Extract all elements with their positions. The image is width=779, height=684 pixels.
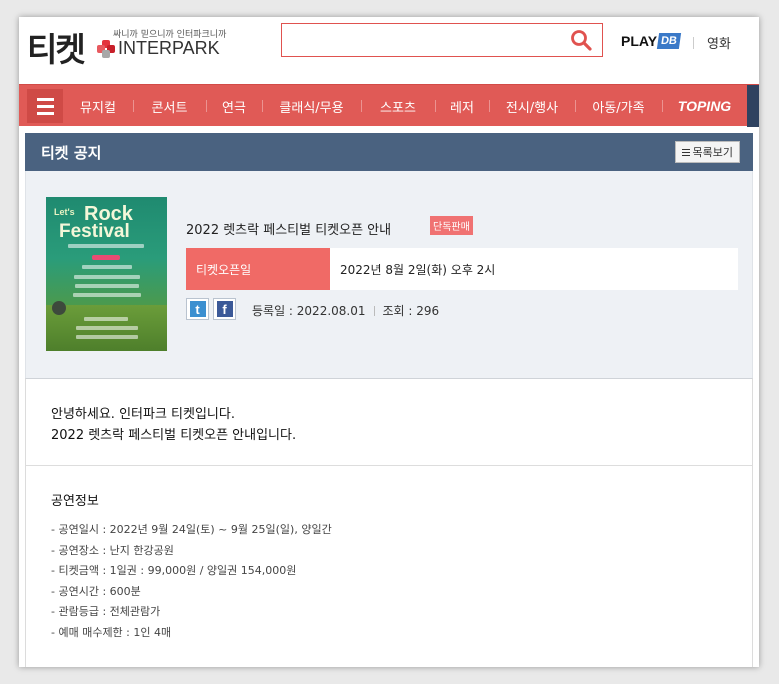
poster-line xyxy=(76,326,138,330)
list-item: - 공연시간 : 600분 xyxy=(51,584,141,598)
header-divider xyxy=(693,37,694,49)
playdb-badge: DB xyxy=(656,33,682,49)
nav-item-musical[interactable]: 뮤지컬 xyxy=(63,85,133,127)
poster-line xyxy=(68,244,144,248)
nav-item-kids-family[interactable]: 아동/가족 xyxy=(575,85,662,127)
event-poster-image[interactable]: Let's Rock Festival xyxy=(46,197,167,351)
notice-body: 안녕하세요. 인터파크 티켓입니다. 2022 렛츠락 페스티벌 티켓오픈 안내… xyxy=(25,378,753,667)
poster-line xyxy=(73,293,141,297)
intro-line: 안녕하세요. 인터파크 티켓입니다. xyxy=(51,407,235,422)
search-box xyxy=(281,23,603,57)
poster-line xyxy=(82,265,132,269)
playdb-link[interactable]: PLAY DB xyxy=(621,33,682,49)
site-header: 티켓 싸니까 믿으니까 인터파크니까 INTERPARK PLAY DB 영화 xyxy=(19,17,759,84)
section-divider xyxy=(26,465,752,466)
hamburger-icon-bar xyxy=(36,104,54,108)
exclusive-badge: 단독판매 xyxy=(430,216,473,235)
event-info-box: Let's Rock Festival 2022 렛츠락 페스티벌 티켓오픈 안… xyxy=(25,171,753,378)
nav-items: 뮤지컬 콘서트 연극 클래식/무용 스포츠 레저 전시/행사 아동/가족 TOP… xyxy=(63,85,747,127)
interpark-logo[interactable]: INTERPARK xyxy=(97,38,220,59)
nav-edge xyxy=(747,85,759,127)
hamburger-icon-bar xyxy=(36,111,54,115)
poster-line xyxy=(74,275,140,279)
search-input[interactable] xyxy=(290,25,560,55)
event-title: 2022 렛츠락 페스티벌 티켓오픈 안내 xyxy=(186,223,392,238)
notice-header-bar: 티켓 공지 목록보기 xyxy=(25,133,753,171)
nav-item-toping[interactable]: TOPING xyxy=(662,85,747,127)
performance-info-heading: 공연정보 xyxy=(51,494,99,509)
poster-speaker xyxy=(52,301,66,315)
poster-line xyxy=(75,284,139,288)
poster-line xyxy=(84,317,128,321)
list-item: - 예매 매수제한 : 1인 4매 xyxy=(51,625,172,639)
twitter-icon: t xyxy=(189,301,206,317)
intro-line: 2022 렛츠락 페스티벌 티켓오픈 안내입니다. xyxy=(51,428,297,443)
twitter-share-button[interactable]: t xyxy=(186,298,209,320)
search-button[interactable] xyxy=(570,29,592,51)
list-view-label: 목록보기 xyxy=(692,146,733,159)
category-nav: 뮤지컬 콘서트 연극 클래식/무용 스포츠 레저 전시/행사 아동/가족 TOP… xyxy=(19,84,759,127)
nav-item-exhibition[interactable]: 전시/행사 xyxy=(489,85,575,127)
meta-divider xyxy=(373,305,375,316)
poster-lets-text: Let's xyxy=(54,207,75,217)
playdb-text: PLAY xyxy=(621,33,658,49)
list-icon xyxy=(681,148,690,156)
poster-festival-text: Festival xyxy=(59,221,130,242)
nav-item-leisure[interactable]: 레저 xyxy=(435,85,489,127)
nav-item-play[interactable]: 연극 xyxy=(206,85,262,127)
nav-item-concert[interactable]: 콘서트 xyxy=(133,85,206,127)
hamburger-icon-bar xyxy=(36,97,54,101)
view-count: 조회 : 296 xyxy=(382,304,440,318)
facebook-icon: f xyxy=(216,301,233,317)
ticket-logo[interactable]: 티켓 xyxy=(27,23,86,71)
intro-text: 안녕하세요. 인터파크 티켓입니다. 2022 렛츠락 페스티벌 티켓오픈 안내… xyxy=(51,404,296,446)
nav-item-classic-dance[interactable]: 클래식/무용 xyxy=(262,85,361,127)
interpark-logo-icon xyxy=(97,39,115,58)
list-item: - 공연장소 : 난지 한강공원 xyxy=(51,543,174,557)
facebook-share-button[interactable]: f xyxy=(213,298,236,320)
interpark-brand-text: INTERPARK xyxy=(118,38,220,58)
page-title: 티켓 공지 xyxy=(41,144,102,162)
movie-link[interactable]: 영화 xyxy=(707,33,731,52)
performance-info-list: - 공연일시 : 2022년 9월 24일(토) ~ 9월 25일(일), 양일… xyxy=(51,520,332,644)
list-view-button[interactable]: 목록보기 xyxy=(674,141,740,163)
list-item: - 관람등급 : 전체관람가 xyxy=(51,605,161,619)
share-buttons: t f xyxy=(186,298,236,320)
list-item: - 티켓금액 : 1일권 : 99,000원 / 양일권 154,000원 xyxy=(51,564,297,578)
poster-date-tag xyxy=(92,255,120,260)
poster-line xyxy=(76,335,138,339)
ticket-notice-page: 티켓 싸니까 믿으니까 인터파크니까 INTERPARK PLAY DB 영화 xyxy=(19,17,759,667)
search-icon xyxy=(571,30,592,51)
ticket-open-row: 티켓오픈일 2022년 8월 2일(화) 오후 2시 xyxy=(186,248,738,290)
list-item: - 공연일시 : 2022년 9월 24일(토) ~ 9월 25일(일), 양일… xyxy=(51,523,332,536)
hamburger-menu-button[interactable] xyxy=(27,89,63,123)
ticket-open-label: 티켓오픈일 xyxy=(186,248,330,290)
post-meta: 등록일 : 2022.08.01 조회 : 296 xyxy=(252,302,439,319)
ticket-open-date: 2022년 8월 2일(화) 오후 2시 xyxy=(340,262,496,277)
registered-date: 등록일 : 2022.08.01 xyxy=(252,304,366,318)
nav-item-sports[interactable]: 스포츠 xyxy=(361,85,435,127)
